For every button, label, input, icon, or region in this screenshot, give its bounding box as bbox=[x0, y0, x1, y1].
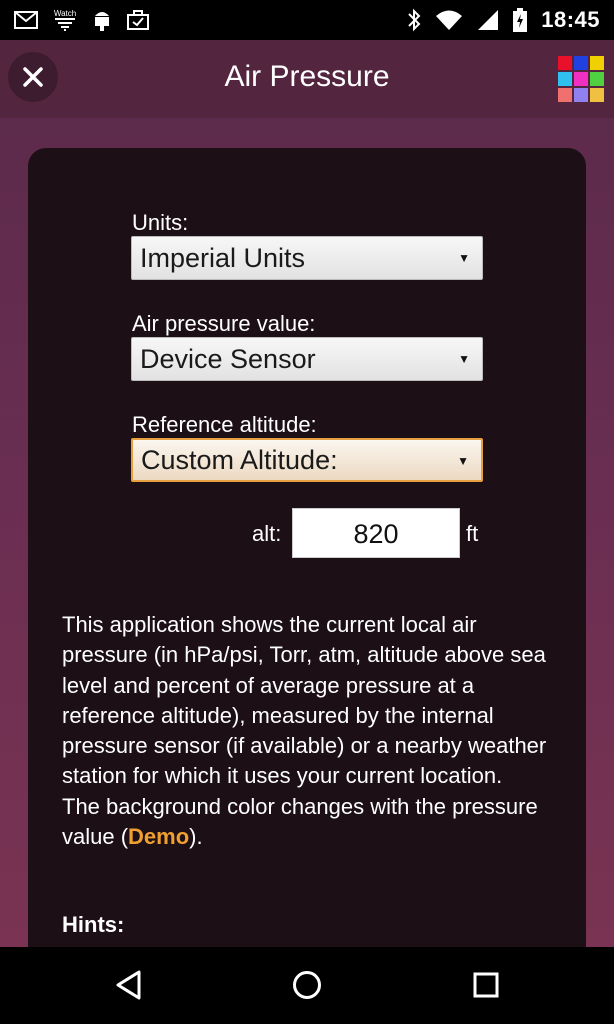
app-screen: Air Pressure Units: Imperial Units ▼ Air… bbox=[0, 40, 614, 947]
color-grid-cell bbox=[590, 88, 604, 102]
altitude-input[interactable]: 820 bbox=[292, 508, 460, 558]
color-scale-icon[interactable] bbox=[558, 56, 604, 102]
units-select-value: Imperial Units bbox=[140, 242, 306, 273]
color-grid-cell bbox=[558, 56, 572, 70]
units-select[interactable]: Imperial Units ▼ bbox=[131, 236, 483, 280]
cell-signal-icon bbox=[477, 9, 499, 31]
wifi-icon bbox=[435, 9, 463, 31]
recents-button[interactable] bbox=[466, 965, 506, 1005]
alt-label: alt: bbox=[252, 521, 282, 546]
hints-heading: Hints: bbox=[62, 912, 125, 937]
demo-link[interactable]: Demo bbox=[128, 824, 189, 849]
status-bar: Watch 18:45 bbox=[0, 0, 614, 40]
description-suffix: ). bbox=[189, 824, 203, 850]
dropdown-arrow-icon: ▼ bbox=[458, 352, 470, 366]
pressure-source-value: Device Sensor bbox=[140, 343, 316, 374]
pressure-label: Air pressure value: bbox=[132, 311, 316, 336]
reference-altitude-value: Custom Altitude: bbox=[141, 444, 338, 475]
units-label: Units: bbox=[132, 210, 189, 235]
toolbar: Air Pressure bbox=[0, 40, 614, 118]
tasker-icon-text: Watch bbox=[54, 9, 76, 18]
battery-charging-icon bbox=[513, 8, 528, 32]
color-grid-cell bbox=[590, 72, 604, 86]
altitude-label: Reference altitude: bbox=[132, 412, 317, 437]
tasker-icon: Watch bbox=[52, 8, 78, 32]
settings-card: Units: Imperial Units ▼ Air pressure val… bbox=[28, 148, 586, 947]
briefcase-icon bbox=[126, 9, 150, 31]
page-title: Air Pressure bbox=[224, 60, 390, 93]
altitude-row: alt: 820 ft bbox=[28, 508, 586, 558]
back-icon bbox=[116, 970, 141, 1000]
pressure-source-select[interactable]: Device Sensor ▼ bbox=[131, 337, 483, 381]
status-time: 18:45 bbox=[541, 7, 600, 32]
color-grid-cell bbox=[558, 72, 572, 86]
alt-unit: ft bbox=[466, 521, 479, 546]
status-right-icons: 18:45 bbox=[407, 7, 600, 33]
dropdown-arrow-icon: ▼ bbox=[458, 251, 470, 265]
dropdown-arrow-icon: ▼ bbox=[457, 454, 469, 468]
home-button[interactable] bbox=[287, 965, 327, 1005]
status-left-icons: Watch bbox=[14, 8, 150, 32]
android-debug-icon bbox=[92, 8, 112, 32]
color-grid-cell bbox=[574, 88, 588, 102]
navigation-bar bbox=[0, 947, 614, 1024]
bluetooth-icon bbox=[407, 8, 421, 32]
recents-icon bbox=[473, 972, 499, 998]
description-paragraph: This application shows the current local… bbox=[62, 612, 547, 789]
color-grid-cell bbox=[574, 72, 588, 86]
back-button[interactable] bbox=[108, 965, 148, 1005]
description-text: This application shows the current local… bbox=[62, 610, 562, 852]
color-grid-cell bbox=[558, 88, 572, 102]
gmail-icon bbox=[14, 11, 38, 29]
home-icon bbox=[293, 971, 321, 999]
color-grid-cell bbox=[574, 56, 588, 70]
color-grid-cell bbox=[590, 56, 604, 70]
reference-altitude-select[interactable]: Custom Altitude: ▼ bbox=[131, 438, 483, 482]
